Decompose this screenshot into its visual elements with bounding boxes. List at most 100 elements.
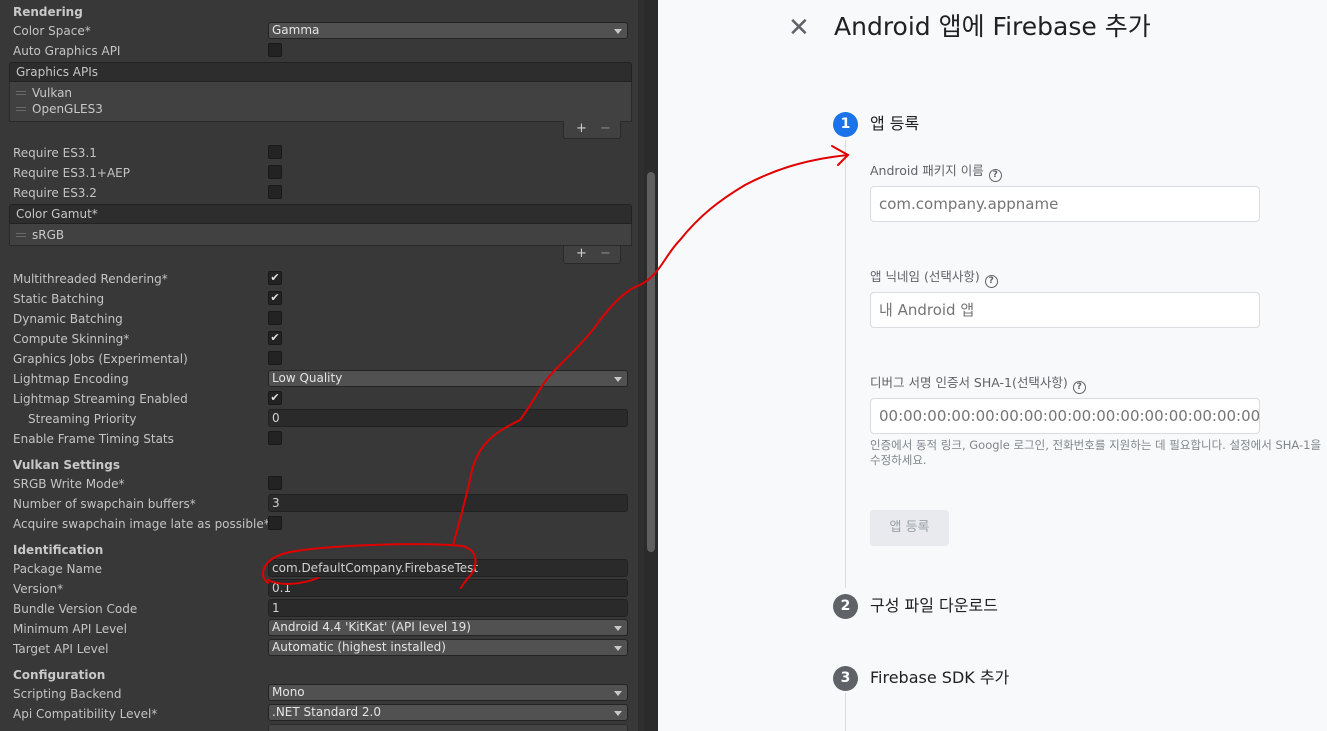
app-nickname-input[interactable]: 내 Android 앱 xyxy=(870,292,1260,328)
close-icon[interactable]: ✕ xyxy=(788,15,810,41)
graphics-apis-header: Graphics APIs xyxy=(9,62,632,82)
sha1-input[interactable]: 00:00:00:00:00:00:00:00:00:00:00:00:00:0… xyxy=(870,398,1260,434)
color-gamut-header: Color Gamut* xyxy=(9,204,632,224)
chevron-down-icon xyxy=(614,377,622,382)
bundle-version-code-label: Bundle Version Code xyxy=(13,602,138,616)
help-icon[interactable]: ? xyxy=(1072,381,1086,394)
auto-graphics-api-label: Auto Graphics API xyxy=(13,44,121,58)
require-es31-aep-label: Require ES3.1+AEP xyxy=(13,166,130,180)
require-es31-label: Require ES3.1 xyxy=(13,146,97,160)
lightmap-encoding-label: Lightmap Encoding xyxy=(13,372,129,386)
srgb-write-mode-checkbox[interactable] xyxy=(268,476,282,490)
static-batching-label: Static Batching xyxy=(13,292,105,306)
firebase-add-android-app-panel: ✕ Android 앱에 Firebase 추가 1 앱 등록 Android … xyxy=(658,0,1327,731)
color-space-value: Gamma xyxy=(272,23,320,37)
remove-icon[interactable]: − xyxy=(600,121,611,137)
list-item[interactable]: Vulkan xyxy=(10,85,72,101)
color-gamut-title: Color Gamut* xyxy=(16,207,98,221)
version-field[interactable]: 0.1 xyxy=(268,579,628,597)
stepper-line xyxy=(845,693,846,731)
graphics-apis-title: Graphics APIs xyxy=(16,65,99,79)
chevron-down-icon xyxy=(614,711,622,716)
help-icon[interactable]: ? xyxy=(984,275,998,288)
stepper-line xyxy=(845,140,846,588)
multithreaded-rendering-label: Multithreaded Rendering* xyxy=(13,272,168,286)
chevron-down-icon xyxy=(614,626,622,631)
color-space-label: Color Space* xyxy=(13,24,91,38)
compute-skinning-checkbox[interactable]: ✔ xyxy=(268,331,282,345)
help-icon[interactable]: ? xyxy=(988,169,1002,182)
chevron-down-icon xyxy=(614,646,622,651)
add-icon[interactable]: + xyxy=(576,246,587,262)
drag-handle-icon[interactable] xyxy=(16,233,26,237)
api-compatibility-label: Api Compatibility Level* xyxy=(13,707,158,721)
min-api-level-dropdown[interactable]: Android 4.4 'KitKat' (API level 19) xyxy=(268,619,628,636)
vertical-scrollbar[interactable] xyxy=(644,0,658,731)
step-1-label: 앱 등록 xyxy=(870,114,920,133)
scripting-backend-dropdown[interactable]: Mono xyxy=(268,684,628,701)
sha1-hint: 인증에서 동적 링크, Google 로그인, 전화번호를 지원하는 데 필요합… xyxy=(870,438,1322,467)
unity-player-settings-panel: Rendering Color Space* Gamma Auto Graphi… xyxy=(0,0,658,731)
api-compatibility-value: .NET Standard 2.0 xyxy=(272,705,382,719)
min-api-level-label: Minimum API Level xyxy=(13,622,127,636)
add-icon[interactable]: + xyxy=(576,121,587,137)
require-es32-checkbox[interactable] xyxy=(268,185,282,199)
package-name-input[interactable]: com.company.appname xyxy=(870,186,1260,222)
dynamic-batching-checkbox[interactable] xyxy=(268,311,282,325)
bundle-version-code-field[interactable]: 1 xyxy=(268,599,628,617)
api-compatibility-dropdown[interactable]: .NET Standard 2.0 xyxy=(268,704,628,721)
chevron-down-icon xyxy=(614,691,622,696)
remove-icon[interactable]: − xyxy=(600,246,611,262)
page-title: Android 앱에 Firebase 추가 xyxy=(834,12,1151,41)
list-item[interactable]: OpenGLES3 xyxy=(10,101,103,117)
swapchain-buffers-field[interactable]: 3 xyxy=(268,494,628,512)
target-api-level-dropdown[interactable]: Automatic (highest installed) xyxy=(268,639,628,656)
color-gamut-list: sRGB xyxy=(9,224,632,246)
step-3-label[interactable]: Firebase SDK 추가 xyxy=(870,668,1009,688)
graphics-apis-add-remove: + − xyxy=(563,121,621,139)
frame-timing-label: Enable Frame Timing Stats xyxy=(13,432,174,446)
graphics-jobs-checkbox[interactable] xyxy=(268,351,282,365)
drag-handle-icon[interactable] xyxy=(16,107,26,111)
drag-handle-icon[interactable] xyxy=(16,91,26,95)
lightmap-encoding-value: Low Quality xyxy=(272,371,343,385)
static-batching-checkbox[interactable]: ✔ xyxy=(268,291,282,305)
target-api-level-value: Automatic (highest installed) xyxy=(272,640,446,654)
acquire-late-checkbox[interactable] xyxy=(268,516,282,530)
scrollbar-thumb[interactable] xyxy=(647,172,655,552)
list-item-label: Vulkan xyxy=(32,86,73,100)
lightmap-encoding-dropdown[interactable]: Low Quality xyxy=(268,370,628,387)
step-1-number: 1 xyxy=(833,112,858,137)
list-item[interactable]: sRGB xyxy=(10,227,64,243)
version-label: Version* xyxy=(13,582,64,596)
scripting-backend-value: Mono xyxy=(272,685,305,699)
srgb-write-mode-label: SRGB Write Mode* xyxy=(13,477,125,491)
app-nickname-label-text: 앱 닉네임 (선택사항) xyxy=(870,269,980,284)
color-space-dropdown[interactable]: Gamma xyxy=(268,22,628,39)
require-es31-aep-checkbox[interactable] xyxy=(268,165,282,179)
partially-visible-dropdown[interactable] xyxy=(268,724,628,731)
chevron-down-icon xyxy=(614,29,622,34)
acquire-late-label: Acquire swapchain image late as possible… xyxy=(13,517,270,531)
rendering-heading: Rendering xyxy=(13,5,83,19)
configuration-heading: Configuration xyxy=(13,668,106,682)
sha1-label: 디버그 서명 인증서 SHA-1(선택사항)? xyxy=(870,375,1086,394)
package-name-field[interactable]: com.DefaultCompany.FirebaseTest xyxy=(268,559,628,577)
streaming-priority-field[interactable]: 0 xyxy=(268,409,628,427)
scripting-backend-label: Scripting Backend xyxy=(13,687,122,701)
package-name-label: Android 패키지 이름? xyxy=(870,163,1002,182)
lightmap-streaming-checkbox[interactable]: ✔ xyxy=(268,391,282,405)
target-api-level-label: Target API Level xyxy=(13,642,109,656)
streaming-priority-label: Streaming Priority xyxy=(28,412,137,426)
multithreaded-rendering-checkbox[interactable]: ✔ xyxy=(268,271,282,285)
auto-graphics-api-checkbox[interactable] xyxy=(268,43,282,57)
register-app-button[interactable]: 앱 등록 xyxy=(870,510,949,546)
frame-timing-checkbox[interactable] xyxy=(268,431,282,445)
step-2-label[interactable]: 구성 파일 다운로드 xyxy=(870,596,998,616)
lightmap-streaming-label: Lightmap Streaming Enabled xyxy=(13,392,188,406)
step-2-number: 2 xyxy=(833,594,858,619)
compute-skinning-label: Compute Skinning* xyxy=(13,332,130,346)
require-es31-checkbox[interactable] xyxy=(268,145,282,159)
swapchain-buffers-label: Number of swapchain buffers* xyxy=(13,497,196,511)
sha1-label-text: 디버그 서명 인증서 SHA-1(선택사항) xyxy=(870,375,1068,390)
